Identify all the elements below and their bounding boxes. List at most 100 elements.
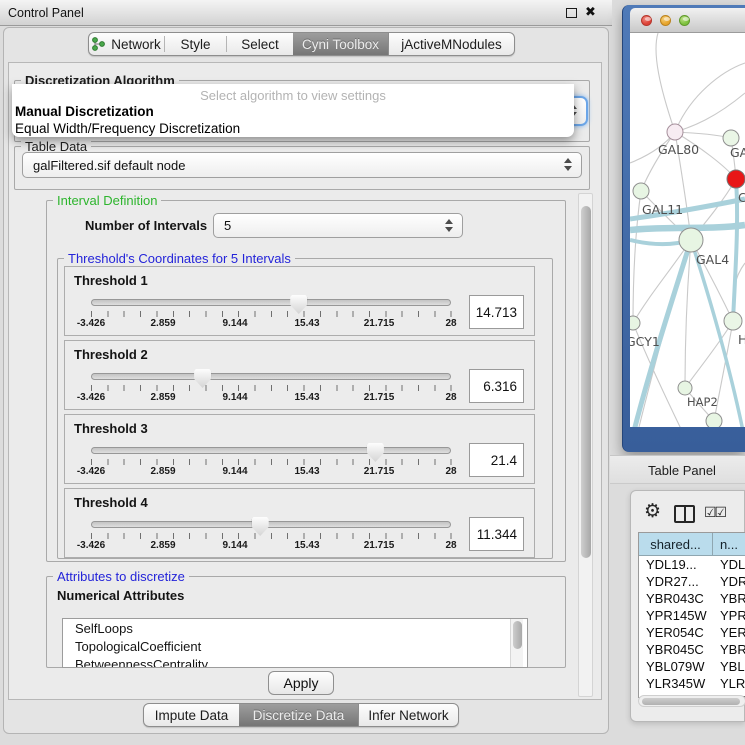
slider-track[interactable] — [91, 521, 451, 528]
table-cell: YDR27... — [639, 573, 713, 590]
tab-cyni-toolbox[interactable]: Cyni Toolbox — [293, 33, 388, 55]
dropdown-option-equal-width-frequency[interactable]: Equal Width/Frequency Discretization — [15, 121, 240, 136]
table-cell: YER054C — [639, 624, 713, 641]
table-cell: YER0 — [713, 624, 745, 641]
tab-impute-data[interactable]: Impute Data — [144, 704, 239, 726]
network-node-label: GAL80 — [658, 142, 699, 157]
close-icon[interactable]: ✖ — [585, 4, 596, 20]
table-row[interactable]: YBL079WYBL0 — [639, 658, 745, 675]
table-cell: YBL079W — [639, 658, 713, 675]
network-node-label: GCY1 — [630, 334, 660, 349]
tick-label: 28 — [445, 540, 456, 551]
apply-button[interactable]: Apply — [268, 671, 334, 695]
thresholds-group-title: Threshold's Coordinates for 5 Intervals — [64, 251, 295, 266]
column-header-name[interactable]: n... — [713, 533, 745, 555]
tab-network[interactable]: Network — [89, 33, 164, 55]
number-of-intervals-select[interactable]: 5 — [213, 213, 463, 238]
network-window-titlebar[interactable] — [630, 8, 745, 33]
tick-label: 2.859 — [150, 392, 175, 403]
network-node-selected-red[interactable] — [727, 170, 745, 188]
slider-tick-labels: -3.4262.8599.14415.4321.71528 — [91, 540, 451, 553]
table-cell: YBL0 — [713, 658, 745, 675]
table-panel-titlebar: Table Panel — [610, 455, 745, 484]
threshold-label: Threshold 1 — [74, 273, 148, 288]
network-node-label: H — [738, 332, 745, 347]
minimize-traffic-light-icon[interactable] — [660, 15, 671, 26]
slider-track[interactable] — [91, 373, 451, 380]
table-cell: YBR0 — [713, 641, 745, 658]
settings-scrollbar[interactable] — [578, 193, 593, 697]
threshold-value-field[interactable]: 14.713 — [469, 295, 524, 329]
network-node-GCY1[interactable] — [630, 316, 640, 330]
table-row[interactable]: YBR043CYBR0 — [639, 590, 745, 607]
tick-label: 28 — [445, 392, 456, 403]
select-columns-icons[interactable]: ☑☑ — [704, 504, 725, 521]
threshold-value-field[interactable]: 21.4 — [469, 443, 524, 477]
slider-track[interactable] — [91, 299, 451, 306]
network-canvas[interactable]: GAL80GACGAL11GAL4GCY1HHAP2 — [630, 33, 745, 427]
network-tab-icon — [92, 37, 105, 51]
network-node-GAL11[interactable] — [633, 183, 649, 199]
tab-style[interactable]: Style — [165, 33, 226, 55]
screen: Control Panel ✖ Network Style Select C — [0, 0, 745, 745]
attribute-list-item[interactable]: BetweennessCentrality — [63, 655, 527, 668]
threshold-value-field[interactable]: 6.316 — [469, 369, 524, 403]
table-data-select[interactable]: galFiltered.sif default node — [22, 152, 582, 178]
table-row[interactable]: YBR045CYBR0 — [639, 641, 745, 658]
algorithm-dropdown-popup: Select algorithm to view settings Manual… — [12, 84, 574, 137]
dropdown-option-manual-discretization[interactable]: Manual Discretization — [15, 104, 154, 119]
table-cell: YPR145W — [639, 607, 713, 624]
slider-track[interactable] — [91, 447, 451, 454]
tab-jactivemnodules[interactable]: jActiveMNodules — [389, 33, 514, 55]
network-node-GAL4[interactable] — [679, 228, 703, 252]
attributes-list-scrollbar[interactable] — [510, 619, 523, 667]
table-row[interactable]: YPR145WYPR1 — [639, 607, 745, 624]
network-edge[interactable] — [641, 132, 675, 191]
network-edge[interactable] — [633, 191, 641, 323]
scrollbar-thumb[interactable] — [581, 206, 591, 558]
tab-select[interactable]: Select — [227, 33, 293, 55]
dropdown-hint: Select algorithm to view settings — [12, 88, 574, 103]
network-node-GAL80[interactable] — [667, 124, 683, 140]
numerical-attributes-list[interactable]: SelfLoopsTopologicalCoefficientBetweenne… — [62, 618, 528, 668]
table-cell: YLR345W — [639, 675, 713, 692]
zoom-traffic-light-icon[interactable] — [679, 15, 690, 26]
threshold-panel-2: Threshold 2 -3.4262.8599.14415.4321.7152… — [64, 340, 535, 410]
threshold-label: Threshold 3 — [74, 421, 148, 436]
combo-arrows-icon — [564, 158, 572, 172]
attribute-list-item[interactable]: TopologicalCoefficient — [63, 637, 527, 655]
threshold-value-field[interactable]: 11.344 — [469, 517, 524, 551]
tab-discretize-data[interactable]: Discretize Data — [239, 704, 358, 726]
network-node-bottom-node[interactable] — [706, 413, 722, 427]
table-row[interactable]: YLR345WYLR3 — [639, 675, 745, 692]
network-node-HAP2[interactable] — [678, 381, 692, 395]
table-horizontal-scrollbar[interactable] — [638, 695, 745, 707]
table-row[interactable]: YER054CYER0 — [639, 624, 745, 641]
number-of-intervals-label: Number of Intervals — [85, 218, 207, 233]
scrollbar-thumb[interactable] — [642, 698, 740, 705]
slider-ticks — [91, 459, 452, 465]
table-cell: YPR1 — [713, 607, 745, 624]
slider-tick-labels: -3.4262.8599.14415.4321.71528 — [91, 466, 451, 479]
table-data-selected-value: galFiltered.sif default node — [33, 158, 185, 173]
float-window-icon[interactable] — [566, 8, 577, 18]
tick-label: 15.43 — [294, 318, 319, 329]
table-row[interactable]: YDL19...YDL1 — [639, 556, 745, 573]
split-table-icon[interactable] — [674, 505, 695, 523]
attribute-list-item[interactable]: SelfLoops — [63, 619, 527, 637]
network-edge[interactable] — [656, 33, 675, 132]
gear-icon[interactable]: ⚙ — [644, 500, 661, 523]
slider-tick-labels: -3.4262.8599.14415.4321.71528 — [91, 392, 451, 405]
table-row[interactable]: YDR27...YDR2 — [639, 573, 745, 590]
close-traffic-light-icon[interactable] — [641, 15, 652, 26]
network-node-GAL3[interactable] — [723, 130, 739, 146]
tab-infer-network[interactable]: Infer Network — [359, 704, 458, 726]
network-node-H-node[interactable] — [724, 312, 742, 330]
network-edge[interactable] — [675, 63, 745, 132]
network-edge[interactable] — [633, 240, 691, 323]
slider-ticks — [91, 385, 452, 391]
column-header-shared-name[interactable]: shared... — [639, 533, 713, 555]
slider-tick-labels: -3.4262.8599.14415.4321.71528 — [91, 318, 451, 331]
table-panel-title: Table Panel — [648, 463, 716, 478]
table-cell: YLR3 — [713, 675, 745, 692]
